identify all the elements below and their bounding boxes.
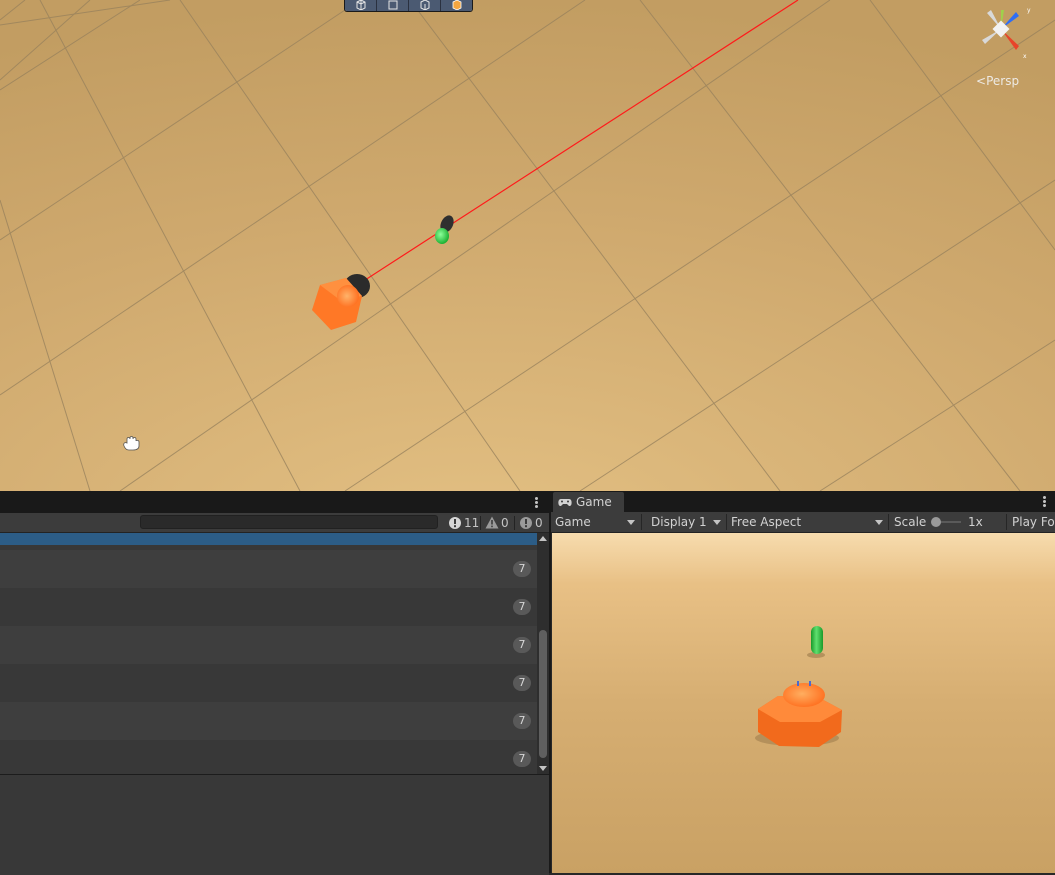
game-viewport[interactable] [552, 533, 1055, 873]
aspect-dropdown[interactable]: Free Aspect [727, 512, 887, 532]
warning-icon [485, 516, 499, 529]
aspect-value: Free Aspect [731, 515, 802, 529]
scene-viewport[interactable] [0, 0, 1055, 491]
scroll-down-arrow-icon[interactable] [539, 766, 547, 771]
console-toolbar: 11 0 0 [0, 513, 549, 533]
log-count: 11 [464, 515, 480, 530]
tab-game-label: Game [576, 495, 612, 509]
orientation-gizmo[interactable]: y x [972, 0, 1042, 62]
warning-count: 0 [501, 515, 509, 530]
list-item[interactable]: 7 [0, 740, 537, 774]
list-item[interactable]: 7 [0, 588, 537, 626]
console-panel: 11 0 0 7 7 7 7 7 7 [0, 491, 549, 875]
scale-slider-handle[interactable] [931, 517, 941, 527]
game-panel: Game Game Display 1 Free Aspect Scale 1x… [551, 491, 1055, 873]
view-mode-dropdown[interactable]: Game [551, 512, 639, 532]
projection-label[interactable]: <Persp [976, 74, 1019, 88]
list-item-selected[interactable] [0, 533, 537, 545]
chevron-down-icon [627, 520, 635, 525]
log-count-toggle[interactable]: 11 [445, 514, 482, 531]
collapse-count-badge: 7 [513, 637, 531, 653]
gamepad-icon [558, 498, 572, 506]
collapse-count-badge: 7 [513, 713, 531, 729]
scene-view[interactable]: y x <Persp [0, 0, 1055, 491]
console-scrollbar[interactable] [537, 533, 549, 774]
shaded-cube-icon[interactable] [409, 0, 441, 11]
collapse-count-badge: 7 [513, 599, 531, 615]
console-detail-area[interactable] [0, 774, 549, 875]
game-tab-bar: Game [551, 491, 1055, 512]
error-icon [520, 516, 532, 529]
scroll-thumb[interactable] [539, 630, 547, 758]
play-focused-dropdown[interactable]: Play Fo [1008, 512, 1055, 532]
hand-cursor-icon [121, 435, 141, 454]
scene-draw-mode-toolbar [344, 0, 473, 12]
more-options-icon[interactable] [1043, 496, 1046, 508]
list-item[interactable]: 7 [0, 550, 537, 588]
chevron-left-icon: < [976, 74, 987, 88]
collapse-count-badge: 7 [513, 751, 531, 767]
console-log-list[interactable]: 7 7 7 7 7 7 [0, 533, 537, 774]
tab-game[interactable]: Game [553, 492, 624, 512]
rect-tool-icon[interactable] [377, 0, 409, 11]
wireframe-cube-icon[interactable] [345, 0, 377, 11]
lit-cube-icon[interactable] [441, 0, 472, 11]
display-dropdown[interactable]: Display 1 [647, 512, 725, 532]
error-count: 0 [535, 515, 543, 530]
chevron-down-icon [875, 520, 883, 525]
svg-text:x: x [1023, 53, 1027, 60]
scroll-up-arrow-icon[interactable] [539, 536, 547, 541]
svg-text:y: y [1027, 7, 1031, 14]
list-item[interactable]: 7 [0, 702, 537, 740]
scale-value: 1x [968, 515, 983, 529]
collapse-count-badge: 7 [513, 675, 531, 691]
view-mode-value: Game [555, 515, 591, 529]
display-value: Display 1 [651, 515, 707, 529]
chevron-down-icon [713, 520, 721, 525]
info-icon [449, 516, 461, 529]
more-options-icon[interactable] [535, 497, 538, 509]
console-search-input[interactable] [140, 515, 438, 529]
warning-count-toggle[interactable]: 0 [480, 514, 512, 531]
scale-label: Scale [894, 515, 927, 529]
console-tab-bar [0, 492, 549, 513]
game-toolbar: Game Display 1 Free Aspect Scale 1x Play… [551, 512, 1055, 533]
list-item[interactable]: 7 [0, 626, 537, 664]
list-item[interactable]: 7 [0, 664, 537, 702]
error-count-toggle[interactable]: 0 [514, 514, 546, 531]
collapse-count-badge: 7 [513, 561, 531, 577]
ground-plane [0, 0, 1055, 491]
